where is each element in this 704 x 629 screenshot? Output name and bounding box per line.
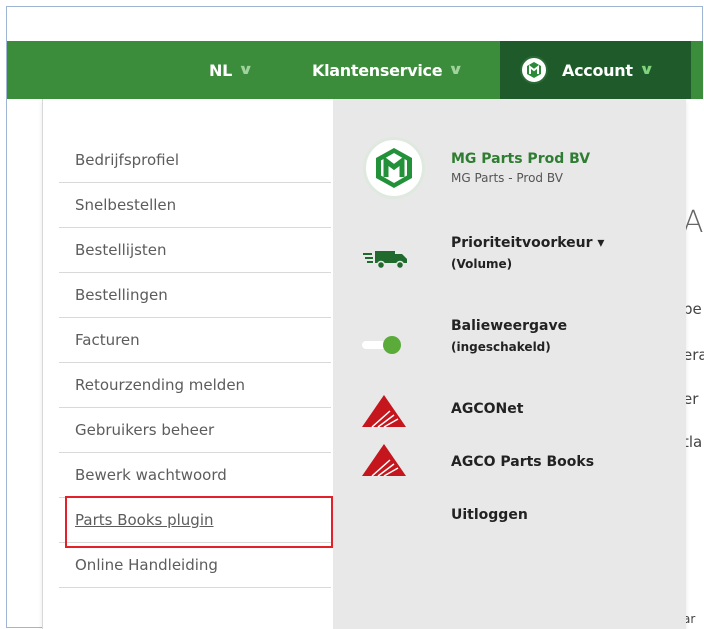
priority-preference[interactable]: Prioriteitvoorkeur ▾ (Volume) [451,235,604,271]
counter-view-value: (ingeschakeld) [451,340,551,354]
company-subtitle: MG Parts - Prod BV [451,171,563,185]
menu-item-online-manual[interactable]: Online Handleiding [59,543,331,588]
logout-link[interactable]: Uitloggen [451,507,528,523]
account-menu[interactable]: Account ∨ [500,41,691,99]
account-label: Account [562,60,633,80]
menu-item-quick-order[interactable]: Snelbestellen [59,183,331,228]
priority-label: Prioriteitvoorkeur [451,235,593,251]
menu-item-report-return[interactable]: Retourzending melden [59,363,331,408]
menu-item-label: Parts Books plugin [75,511,214,529]
language-label: NL [209,60,232,80]
page-text-fragment: era [683,346,704,364]
language-selector[interactable]: NL ∨ [209,41,254,99]
account-logo-icon [520,56,548,84]
menu-item-label: Retourzending melden [75,376,246,394]
priority-label-row: Prioriteitvoorkeur ▾ [451,235,604,251]
agco-logo-icon [359,392,409,430]
agco-parts-books-link[interactable]: AGCO Parts Books [451,454,594,470]
menu-item-user-management[interactable]: Gebruikers beheer [59,408,331,453]
counter-view-setting[interactable]: Balieweergave (ingeschakeld) [451,318,567,354]
customer-service-label: Klantenservice [312,60,443,80]
company-info: MG Parts Prod BV MG Parts - Prod BV [451,151,590,185]
menu-item-label: Bedrijfsprofiel [75,150,180,169]
customer-service-menu[interactable]: Klantenservice ∨ [312,41,464,99]
account-info-panel: MG Parts Prod BV MG Parts - Prod BV Prio… [333,99,686,629]
agconet-link[interactable]: AGCONet [451,401,523,417]
chevron-down-icon: ∨ [448,62,464,78]
menu-item-label: Bestellijsten [75,241,167,259]
caret-down-icon: ▾ [597,235,605,251]
page-heading-fragment: A [683,205,704,240]
counter-view-label: Balieweergave [451,318,568,334]
menu-item-edit-password[interactable]: Bewerk wachtwoord [59,453,331,498]
menu-item-parts-books-plugin[interactable]: Parts Books plugin [59,498,331,543]
chevron-down-icon: ∨ [237,62,254,78]
truck-icon [359,247,411,271]
menu-item-label: Bewerk wachtwoord [75,466,227,484]
agco-logo-icon [359,441,409,479]
menu-item-label: Snelbestellen [75,196,177,214]
menu-item-orders[interactable]: Bestellingen [59,273,331,318]
chevron-down-icon: ∨ [638,62,654,78]
menu-item-invoices[interactable]: Facturen [59,318,331,363]
toggle-on-icon[interactable] [359,335,407,355]
menu-item-label: Gebruikers beheer [75,421,215,439]
top-navbar: NL ∨ Klantenservice ∨ Account ∨ [7,41,703,99]
account-menu-list: Bedrijfsprofiel Snelbestellen Bestellijs… [59,137,331,588]
menu-item-label: Online Handleiding [75,556,218,574]
menu-item-order-lists[interactable]: Bestellijsten [59,228,331,273]
menu-item-label: Bestellingen [75,286,168,304]
priority-value: (Volume) [451,257,513,271]
company-logo-icon [363,137,425,199]
menu-item-label: Facturen [75,331,140,349]
menu-item-company-profile[interactable]: Bedrijfsprofiel [59,137,331,183]
company-name: MG Parts Prod BV [451,151,591,167]
account-dropdown: Bedrijfsprofiel Snelbestellen Bestellijs… [42,99,686,629]
